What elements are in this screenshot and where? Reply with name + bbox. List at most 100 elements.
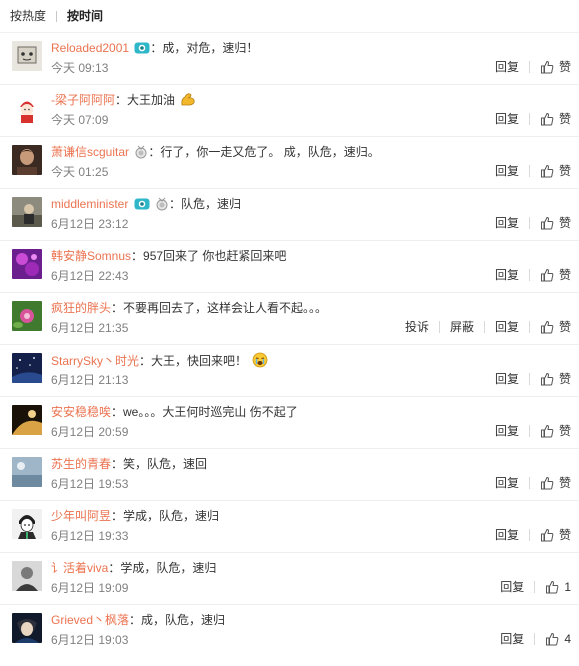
- username-link[interactable]: 少年叫阿昱: [51, 509, 111, 523]
- username-link[interactable]: 苏生的青春: [51, 457, 111, 471]
- comment-actions: 回复 赞: [495, 163, 571, 179]
- like-label: 赞: [558, 528, 571, 542]
- comment-time: 今天 07:09: [51, 113, 109, 127]
- reply-button[interactable]: 回复: [495, 319, 519, 335]
- like-button[interactable]: 赞: [540, 215, 571, 231]
- like-button[interactable]: 4: [545, 631, 571, 647]
- action-divider: [528, 373, 530, 385]
- reply-button[interactable]: 回复: [500, 631, 524, 647]
- medal-badge-icon: [134, 145, 148, 163]
- username-link[interactable]: Reloaded2001: [51, 41, 129, 55]
- like-button[interactable]: 赞: [540, 423, 571, 439]
- avatar[interactable]: [12, 353, 42, 383]
- like-button[interactable]: 赞: [540, 163, 571, 179]
- comment-actions: 投诉 屏蔽 回复 赞: [405, 319, 571, 335]
- action-divider: [528, 529, 530, 541]
- comment-time: 今天 01:25: [51, 165, 109, 179]
- comment-text: ：957回来了 你也赶紧回来吧: [131, 249, 287, 263]
- comment-actions: 回复 赞: [495, 527, 571, 543]
- avatar[interactable]: [12, 249, 42, 279]
- comment-item: Grieved丶枫落：成，队危，速归 6月12日 19:03 回复 4: [0, 604, 579, 656]
- reply-button[interactable]: 回复: [495, 423, 519, 439]
- comment-time: 6月12日 21:13: [51, 373, 129, 387]
- avatar[interactable]: [12, 41, 42, 71]
- avatar[interactable]: [12, 613, 42, 643]
- reply-button[interactable]: 回复: [495, 111, 519, 127]
- like-count: 1: [564, 580, 571, 594]
- comment-text: ：学成，队危，速归: [111, 509, 220, 523]
- comment-line: 苏生的青春：笑，队危，速回: [51, 456, 569, 472]
- verified-camera-badge-icon: [134, 41, 150, 59]
- action-divider: [534, 581, 536, 593]
- avatar[interactable]: [12, 457, 42, 487]
- reply-button[interactable]: 回复: [495, 475, 519, 491]
- like-button[interactable]: 赞: [540, 527, 571, 543]
- comment-item: -梁子阿阿阿：大王加油 今天 07:09 回复 赞: [0, 84, 579, 136]
- sort-by-time-tab[interactable]: 按时间: [67, 9, 103, 23]
- reply-button[interactable]: 回复: [495, 59, 519, 75]
- comment-line: 韩安静Somnus：957回来了 你也赶紧回来吧: [51, 248, 569, 264]
- like-label: 赞: [558, 112, 571, 126]
- comment-item: middleminister ：队危，速归 6月12日 23:12 回复 赞: [0, 188, 579, 240]
- avatar[interactable]: [12, 145, 42, 175]
- like-button[interactable]: 赞: [540, 59, 571, 75]
- reply-button[interactable]: 回复: [495, 163, 519, 179]
- comment-text: ：行了，你一走又危了。 成，队危，速归。: [148, 145, 380, 159]
- username-link[interactable]: 讠活着viva: [51, 561, 108, 575]
- comment-time: 今天 09:13: [51, 61, 109, 75]
- comment-text: ：大王加油: [115, 93, 176, 107]
- like-button[interactable]: 赞: [540, 267, 571, 283]
- like-button[interactable]: 赞: [540, 371, 571, 387]
- avatar[interactable]: [12, 301, 42, 331]
- crying-face-emoji-icon: [252, 352, 268, 372]
- like-button[interactable]: 赞: [540, 111, 571, 127]
- medal-badge-icon: [155, 197, 169, 215]
- comment-item: 讠活着viva：学成，队危，速归 6月12日 19:09 回复 1: [0, 552, 579, 604]
- avatar[interactable]: [12, 509, 42, 539]
- action-divider: [528, 477, 530, 489]
- reply-button[interactable]: 回复: [500, 579, 524, 595]
- reply-button[interactable]: 回复: [495, 527, 519, 543]
- comment-line: 安安稳稳唉：we。。。大王何时巡完山 伤不起了: [51, 404, 569, 420]
- comment-actions: 回复 赞: [495, 215, 571, 231]
- comment-actions: 回复 4: [500, 631, 571, 647]
- block-button[interactable]: 屏蔽: [450, 319, 474, 335]
- username-link[interactable]: 安安稳稳唉: [51, 405, 111, 419]
- comment-actions: 回复 赞: [495, 423, 571, 439]
- username-link[interactable]: -梁子阿阿阿: [51, 93, 115, 107]
- username-link[interactable]: 韩安静Somnus: [51, 249, 131, 263]
- comment-item: 安安稳稳唉：we。。。大王何时巡完山 伤不起了 6月12日 20:59 回复 赞: [0, 396, 579, 448]
- username-link[interactable]: StarrySky丶时光: [51, 354, 139, 368]
- comment-item: 苏生的青春：笑，队危，速回 6月12日 19:53 回复 赞: [0, 448, 579, 500]
- like-button[interactable]: 1: [545, 579, 571, 595]
- reply-button[interactable]: 回复: [495, 371, 519, 387]
- comment-item: StarrySky丶时光：大王，快回来吧！ 6月12日 21:13 回复 赞: [0, 344, 579, 396]
- like-label: 赞: [558, 268, 571, 282]
- avatar[interactable]: [12, 93, 42, 123]
- thumbs-up-icon: [540, 216, 554, 230]
- comment-text: ：大王，快回来吧！: [139, 354, 248, 368]
- like-label: 赞: [558, 216, 571, 230]
- comment-actions: 回复 1: [500, 579, 571, 595]
- avatar[interactable]: [12, 405, 42, 435]
- username-link[interactable]: middleminister: [51, 197, 128, 211]
- report-button[interactable]: 投诉: [405, 319, 429, 335]
- avatar[interactable]: [12, 561, 42, 591]
- thumbs-up-icon: [540, 112, 554, 126]
- avatar[interactable]: [12, 197, 42, 227]
- like-button[interactable]: 赞: [540, 475, 571, 491]
- username-link[interactable]: 疯狂的胖头: [51, 301, 111, 315]
- comment-actions: 回复 赞: [495, 371, 571, 387]
- like-button[interactable]: 赞: [540, 319, 571, 335]
- action-divider: [528, 217, 530, 229]
- sort-by-hot-tab[interactable]: 按热度: [10, 9, 46, 23]
- username-link[interactable]: 萧谦信scguitar: [51, 145, 129, 159]
- action-divider: [528, 165, 530, 177]
- comment-text: ：we。。。大王何时巡完山 伤不起了: [111, 405, 298, 419]
- comment-time: 6月12日 22:43: [51, 269, 129, 283]
- username-link[interactable]: Grieved丶枫落: [51, 613, 129, 627]
- action-divider: [483, 321, 485, 333]
- reply-button[interactable]: 回复: [495, 215, 519, 231]
- thumbs-up-icon: [540, 424, 554, 438]
- reply-button[interactable]: 回复: [495, 267, 519, 283]
